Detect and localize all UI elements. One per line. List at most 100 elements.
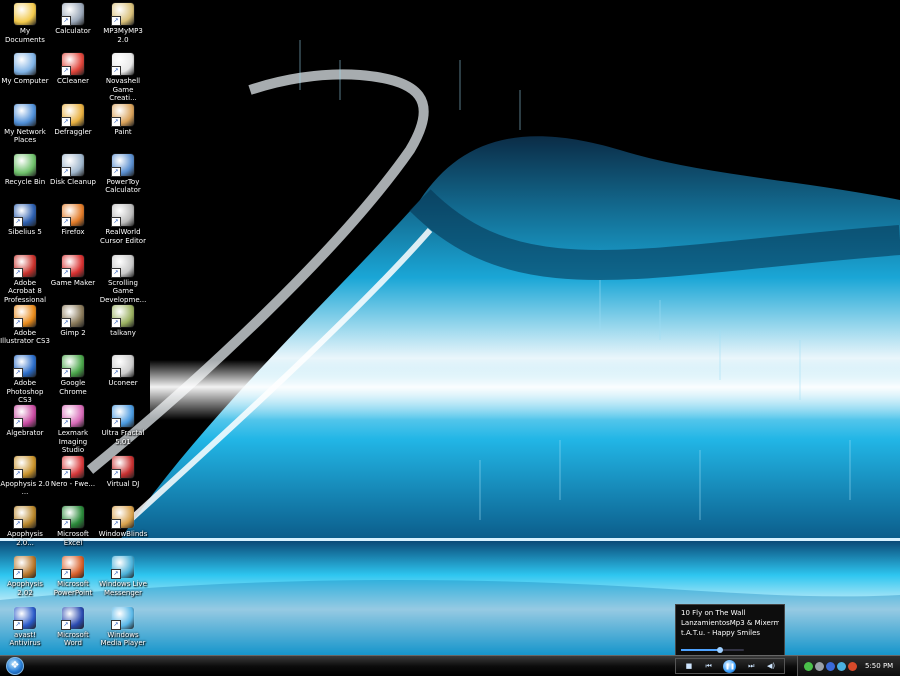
- nero-icon: ↗: [61, 455, 84, 479]
- shortcut-arrow-icon: ↗: [13, 217, 23, 228]
- desktop-shortcut[interactable]: ↗ Microsoft Word: [48, 606, 98, 648]
- desktop-shortcut[interactable]: My Computer: [0, 53, 50, 86]
- shortcut-arrow-icon: ↗: [61, 619, 71, 630]
- apophysis-icon: ↗: [13, 506, 36, 529]
- shortcut-arrow-icon: ↗: [61, 217, 71, 228]
- desktop-shortcut[interactable]: ↗ Paint: [98, 103, 148, 137]
- shortcut-arrow-icon: ↗: [111, 66, 121, 77]
- desktop-shortcut-label: PowerToy Calculator: [105, 177, 141, 195]
- desktop-shortcut[interactable]: ↗ Adobe Illustrator CS3: [0, 304, 50, 346]
- desktop-shortcut[interactable]: ↗ MP3MyMP3 2.0: [98, 3, 148, 44]
- uconeer-icon: ↗: [111, 355, 134, 379]
- desktop-shortcut-label: Novashell Game Creati...: [105, 77, 141, 103]
- desktop-shortcut[interactable]: ↗ PowerToy Calculator: [98, 153, 148, 195]
- desktop-shortcut[interactable]: ↗ Uconeer: [98, 355, 148, 388]
- previous-track-icon[interactable]: ⏮: [704, 662, 714, 671]
- desktop-shortcut-label: Windows Media Player: [100, 630, 146, 648]
- shortcut-arrow-icon: ↗: [111, 267, 121, 278]
- desktop-shortcut[interactable]: ↗ Game Maker: [48, 254, 98, 288]
- desktop-shortcut[interactable]: ↗ Microsoft PowerPoint: [48, 556, 98, 597]
- desktop-shortcut[interactable]: ↗ Calculator: [48, 3, 98, 36]
- desktop-shortcut-label: Adobe Illustrator CS3: [0, 328, 50, 346]
- computer-icon: [14, 53, 36, 76]
- desktop-shortcut[interactable]: ↗ Firefox: [48, 204, 98, 237]
- media-player-mini-display[interactable]: 10 Fly on The Wall LanzamientosMp3 & Mix…: [675, 604, 785, 656]
- desktop-shortcut[interactable]: ↗ CCleaner: [48, 53, 98, 86]
- shortcut-arrow-icon: ↗: [13, 317, 23, 328]
- desktop-shortcut[interactable]: ↗ Novashell Game Creati...: [98, 53, 148, 103]
- shortcut-arrow-icon: ↗: [13, 368, 23, 379]
- security-tray-icon[interactable]: [826, 661, 835, 671]
- desktop-shortcut[interactable]: Recycle Bin: [0, 153, 50, 187]
- desktop-shortcut[interactable]: ↗ Apophysis 2.0 ...: [0, 455, 50, 497]
- illustrator-icon: ↗: [13, 304, 36, 328]
- desktop-shortcut-label: Firefox: [61, 228, 85, 237]
- desktop-shortcut-label: My Documents: [5, 27, 45, 44]
- stop-icon[interactable]: ■: [684, 662, 694, 670]
- desktop-shortcut[interactable]: ↗ Lexmark Imaging Studio: [48, 405, 98, 455]
- pause-icon[interactable]: ❚❚: [723, 659, 737, 673]
- desktop-shortcut[interactable]: ↗ Scrolling Game Developme...: [98, 254, 148, 305]
- antivirus-tray-icon[interactable]: [848, 661, 857, 671]
- shortcut-arrow-icon: ↗: [61, 468, 71, 479]
- desktop-shortcut-label: Adobe Acrobat 8 Professional: [3, 278, 47, 304]
- shortcut-arrow-icon: ↗: [111, 569, 121, 580]
- desktop-shortcut[interactable]: ↗ Virtual DJ: [98, 455, 148, 489]
- shortcut-arrow-icon: ↗: [61, 569, 71, 580]
- next-track-icon[interactable]: ⏭: [746, 662, 756, 671]
- shortcut-arrow-icon: ↗: [111, 418, 121, 429]
- clock[interactable]: 5:50 PM: [865, 662, 893, 670]
- desktop-shortcut-label: Lexmark Imaging Studio: [57, 429, 89, 455]
- shortcut-arrow-icon: ↗: [61, 66, 71, 77]
- desktop-shortcut[interactable]: ↗ Apophysis 2.02: [0, 556, 50, 597]
- desktop-shortcut[interactable]: ↗ Windows Live Messenger: [98, 556, 148, 597]
- cursor-editor-icon: ↗: [111, 204, 134, 228]
- shortcut-arrow-icon: ↗: [111, 619, 121, 630]
- desktop-shortcut[interactable]: My Documents: [0, 3, 50, 44]
- desktop-shortcut[interactable]: ↗ Ultra Fractal 5.01: [98, 405, 148, 446]
- desktop-shortcut[interactable]: ↗ Microsoft Excel: [48, 506, 98, 547]
- desktop-shortcut[interactable]: ↗ Nero - Fwe...: [48, 455, 98, 489]
- talkany-icon: ↗: [111, 304, 134, 328]
- windows-start-orb-icon[interactable]: ❖: [6, 657, 24, 675]
- folder-documents-icon: [14, 3, 36, 25]
- desktop-shortcut[interactable]: ↗ Gimp 2: [48, 304, 98, 338]
- desktop-shortcut[interactable]: ↗ Sibelius 5: [0, 204, 50, 237]
- desktop-shortcut-label: MP3MyMP3 2.0: [103, 27, 143, 44]
- desktop-shortcut[interactable]: ↗ Disk Cleanup: [48, 153, 98, 187]
- firefox-icon: ↗: [61, 204, 84, 228]
- desktop-shortcut[interactable]: My Network Places: [0, 103, 50, 145]
- desktop-shortcut-label: WindowBlinds: [98, 530, 148, 538]
- desktop-shortcut-label: My Computer: [1, 77, 49, 86]
- desktop-shortcut[interactable]: ↗ RealWorld Cursor Editor: [98, 204, 148, 245]
- network-tray-icon[interactable]: [804, 661, 813, 671]
- desktop-shortcut[interactable]: ↗ Apophysis 2.0...: [0, 506, 50, 547]
- desktop-shortcut[interactable]: ↗ talkany: [98, 304, 148, 338]
- shortcut-arrow-icon: ↗: [111, 116, 121, 127]
- shortcut-arrow-icon: ↗: [111, 166, 121, 177]
- desktop-shortcut[interactable]: ↗ WindowBlinds: [98, 506, 148, 539]
- disk-cleanup-icon: ↗: [61, 153, 84, 177]
- volume-icon[interactable]: ◀): [766, 662, 776, 670]
- desktop-shortcut[interactable]: ↗ Defraggler: [48, 103, 98, 137]
- volume-tray-icon[interactable]: [815, 661, 824, 671]
- media-player-toolbar: ■ ⏮ ❚❚ ⏭ ◀): [675, 658, 785, 674]
- messenger-tray-icon[interactable]: [837, 661, 846, 671]
- desktop-shortcut[interactable]: ↗ Windows Media Player: [98, 606, 148, 648]
- desktop-shortcut[interactable]: ↗ Adobe Acrobat 8 Professional: [0, 254, 50, 305]
- chrome-icon: ↗: [61, 355, 84, 379]
- desktop-shortcut-label: Gimp 2: [60, 328, 86, 337]
- desktop-shortcut[interactable]: ↗ Algebrator: [0, 405, 50, 438]
- sibelius-icon: ↗: [13, 204, 36, 228]
- desktop-shortcut-label: avast! Antivirus: [9, 630, 41, 648]
- network-icon: [14, 103, 36, 126]
- novashell-icon: ↗: [111, 53, 134, 77]
- desktop-shortcut[interactable]: ↗ Adobe Photoshop CS3: [0, 355, 50, 405]
- photoshop-icon: ↗: [13, 355, 36, 379]
- desktop-shortcut[interactable]: ↗ Google Chrome: [48, 355, 98, 396]
- seek-bar[interactable]: [681, 647, 744, 653]
- lexmark-icon: ↗: [61, 405, 84, 429]
- desktop-shortcut[interactable]: ↗ avast! Antivirus: [0, 606, 50, 648]
- now-playing-artist: t.A.T.u. - Happy Smiles: [681, 629, 761, 637]
- seek-bar-thumb[interactable]: [717, 647, 724, 653]
